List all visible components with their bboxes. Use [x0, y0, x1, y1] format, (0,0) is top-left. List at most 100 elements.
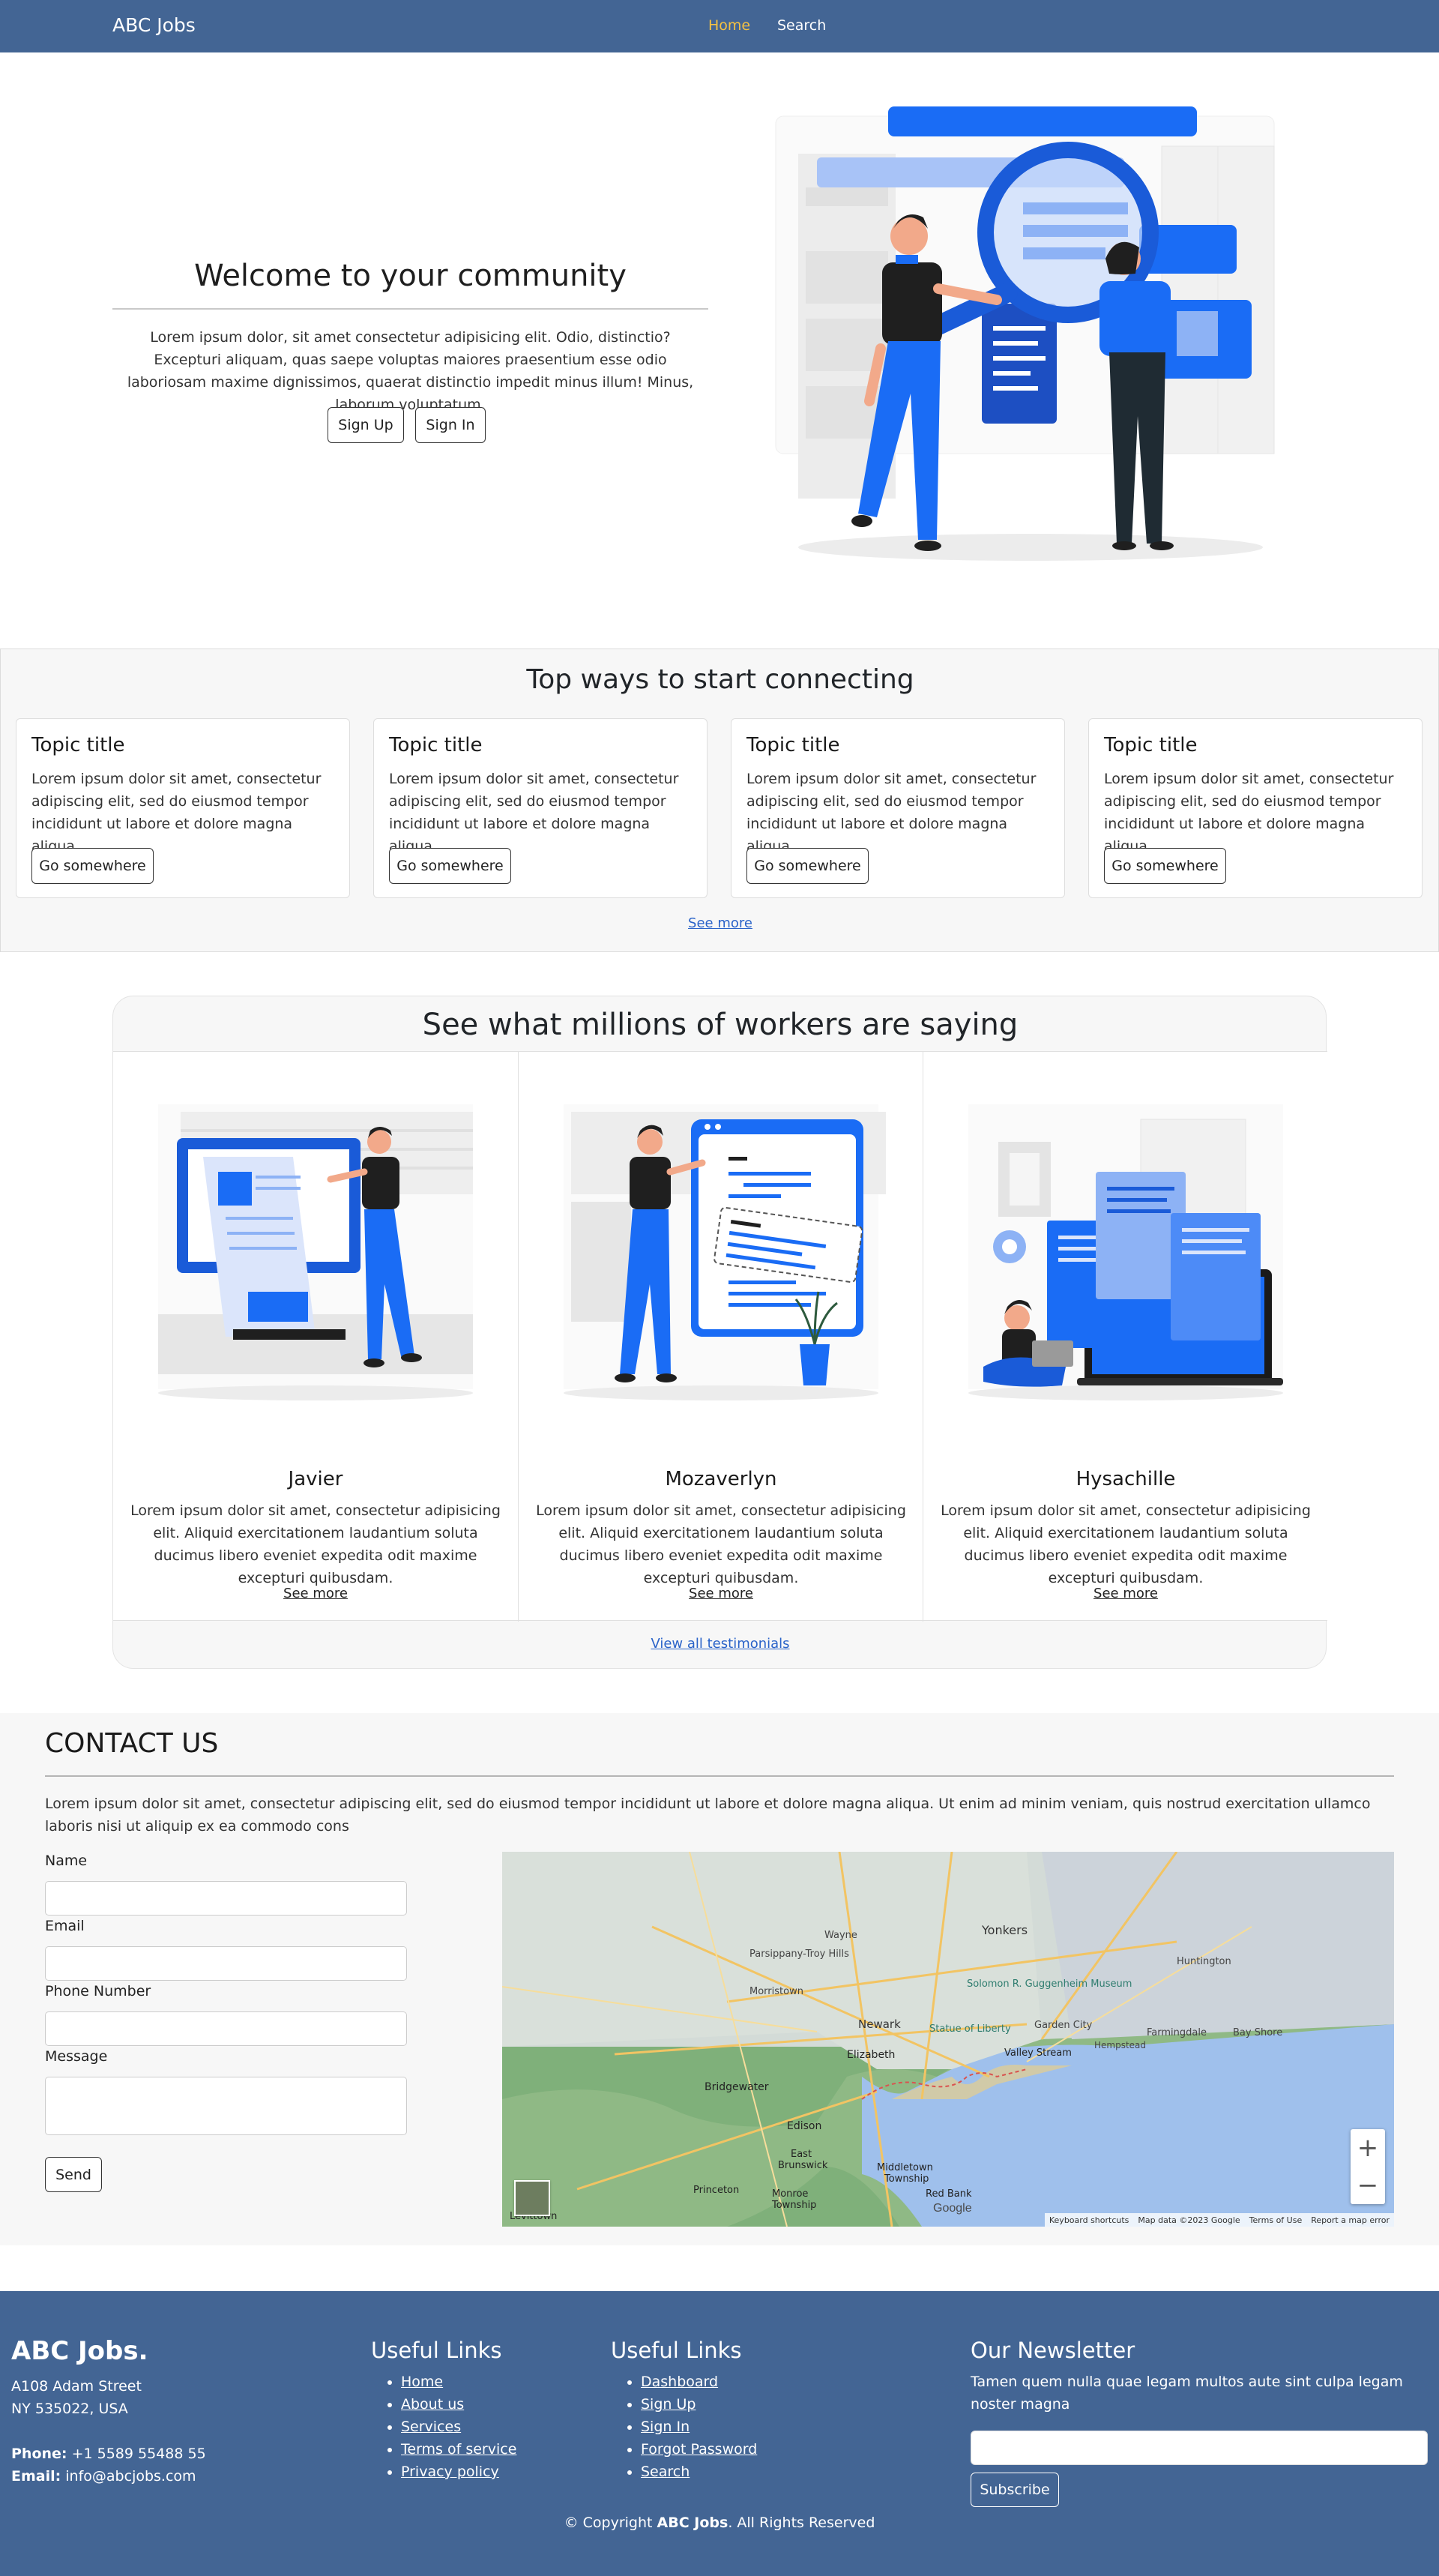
subscribe-button[interactable]: Subscribe — [971, 2473, 1059, 2507]
map-label: Garden City — [1034, 2020, 1093, 2031]
testimonials-title: See what millions of workers are saying — [422, 1008, 1019, 1042]
topic-card-text: Lorem ipsum dolor sit amet, consectetur … — [31, 771, 322, 855]
copyright: © Copyright ABC Jobs. All Rights Reserve… — [0, 2515, 1439, 2531]
connect-section: Top ways to start connecting Topic title… — [0, 648, 1439, 952]
footer-link-forgot-password[interactable]: Forgot Password — [641, 2441, 757, 2458]
connect-title: Top ways to start connecting — [526, 664, 914, 695]
map-label: Brunswick — [778, 2160, 828, 2171]
email-input[interactable] — [45, 1946, 407, 1981]
map-layer-thumbnail[interactable] — [514, 2180, 550, 2216]
topic-card-title: Topic title — [1104, 734, 1198, 756]
hero-search-illustration — [775, 106, 1275, 561]
copyright-prefix: © Copyright — [564, 2515, 657, 2531]
email-label: Email: — [11, 2468, 61, 2485]
copyright-suffix: . All Rights Reserved — [728, 2515, 875, 2531]
testimonial-name: Mozaverlyn — [665, 1468, 777, 1490]
go-somewhere-button[interactable]: Go somewhere — [1104, 848, 1226, 884]
footer-link-terms[interactable]: Terms of service — [401, 2441, 516, 2458]
name-input[interactable] — [45, 1881, 407, 1916]
map-label: Morristown — [749, 1986, 803, 1997]
newsletter-text: Tamen quem nulla quae legam multos aute … — [971, 2374, 1403, 2413]
footer-useful-links-title: Useful Links — [611, 2338, 742, 2363]
map-canvas[interactable]: Yonkers Newark Elizabeth Bridgewater Edi… — [502, 1852, 1394, 2227]
view-all-testimonials-link[interactable]: View all testimonials — [113, 1636, 1327, 1652]
see-more-link[interactable]: See more — [1, 915, 1439, 931]
newsletter-title: Our Newsletter — [971, 2338, 1135, 2363]
zoom-in-button[interactable]: + — [1351, 2129, 1385, 2167]
map-label: Princeton — [693, 2185, 739, 2196]
map-report-error-link[interactable]: Report a map error — [1311, 2215, 1390, 2225]
footer-address-line: NY 535022, USA — [11, 2401, 128, 2417]
footer-link-search[interactable]: Search — [641, 2464, 690, 2480]
topic-card-title: Topic title — [31, 734, 125, 756]
copyright-brand: ABC Jobs — [657, 2515, 728, 2531]
footer: ABC Jobs. A108 Adam Street NY 535022, US… — [0, 2291, 1439, 2576]
topic-card: Topic title Lorem ipsum dolor sit amet, … — [373, 718, 708, 898]
footer-link-services[interactable]: Services — [401, 2419, 461, 2435]
map-label: Yonkers — [981, 1923, 1028, 1937]
footer-link-home[interactable]: Home — [401, 2374, 443, 2390]
nav-search-link[interactable]: Search — [777, 17, 826, 34]
testimonial-card: Javier Lorem ipsum dolor sit amet, conse… — [113, 1052, 518, 1622]
footer-address-line: A108 Adam Street — [11, 2378, 142, 2395]
zoom-out-button[interactable]: − — [1351, 2167, 1385, 2204]
go-somewhere-button[interactable]: Go somewhere — [746, 848, 869, 884]
testimonials-section: See what millions of workers are saying — [112, 996, 1327, 1669]
nav-home-link[interactable]: Home — [708, 17, 750, 34]
newsletter-email-input[interactable] — [971, 2431, 1428, 2465]
map-label: Solomon R. Guggenheim Museum — [967, 1978, 1132, 1990]
topic-card-text: Lorem ipsum dolor sit amet, consectetur … — [746, 771, 1037, 855]
map-embed[interactable]: Yonkers Newark Elizabeth Bridgewater Edi… — [502, 1852, 1394, 2227]
name-label: Name — [45, 1853, 88, 1869]
footer-phone: +1 5589 55488 55 — [71, 2446, 206, 2462]
laptop-worker-illustration — [968, 1104, 1283, 1400]
map-label: Statue of Liberty — [929, 2023, 1011, 2035]
footer-link-signin[interactable]: Sign In — [641, 2419, 690, 2435]
map-label: Monroe — [772, 2188, 808, 2200]
testimonial-see-more-link[interactable]: See more — [113, 1586, 518, 1601]
topic-card-text: Lorem ipsum dolor sit amet, consectetur … — [1104, 771, 1394, 855]
contact-text: Lorem ipsum dolor sit amet, consectetur … — [45, 1796, 1371, 1835]
phone-input[interactable] — [45, 2011, 407, 2046]
footer-useful-links-title: Useful Links — [371, 2338, 502, 2363]
contact-divider — [45, 1775, 1394, 1777]
topic-card: Topic title Lorem ipsum dolor sit amet, … — [1088, 718, 1423, 898]
testimonial-card: Hysachille Lorem ipsum dolor sit amet, c… — [923, 1052, 1327, 1622]
testimonial-card: Mozaverlyn Lorem ipsum dolor sit amet, c… — [518, 1052, 923, 1622]
google-logo: Google — [933, 2202, 972, 2215]
map-label: Newark — [858, 2017, 901, 2031]
testimonial-text: Lorem ipsum dolor sit amet, consectetur … — [536, 1502, 906, 1586]
footer-link-privacy[interactable]: Privacy policy — [401, 2464, 499, 2480]
phone-label: Phone Number — [45, 1983, 151, 1999]
map-terms-link[interactable]: Terms of Use — [1249, 2215, 1303, 2225]
footer-link-dashboard[interactable]: Dashboard — [641, 2374, 718, 2390]
map-data-attribution: Map data ©2023 Google — [1138, 2215, 1240, 2225]
footer-link-about[interactable]: About us — [401, 2396, 464, 2413]
testimonial-see-more-link[interactable]: See more — [923, 1586, 1328, 1601]
footer-link-signup[interactable]: Sign Up — [641, 2396, 696, 2413]
map-label: Huntington — [1177, 1956, 1231, 1967]
brand-link[interactable]: ABC Jobs — [112, 14, 196, 36]
testimonial-see-more-link[interactable]: See more — [519, 1586, 923, 1601]
map-label: Elizabeth — [847, 2049, 895, 2061]
map-label: Edison — [787, 2120, 821, 2132]
go-somewhere-button[interactable]: Go somewhere — [389, 848, 511, 884]
map-label: Farmingdale — [1147, 2027, 1207, 2038]
map-label: Valley Stream — [1004, 2047, 1072, 2059]
topic-card: Topic title Lorem ipsum dolor sit amet, … — [16, 718, 350, 898]
topic-card-title: Topic title — [389, 734, 483, 756]
code-review-illustration — [564, 1104, 886, 1400]
map-label: Township — [771, 2200, 816, 2211]
hero-signup-button[interactable]: Sign Up — [328, 407, 404, 443]
contact-title: CONTACT US — [45, 1728, 219, 1759]
map-label: Wayne — [824, 1930, 857, 1941]
go-somewhere-button[interactable]: Go somewhere — [31, 848, 154, 884]
map-label: Bay Shore — [1233, 2027, 1282, 2038]
message-textarea[interactable] — [45, 2077, 407, 2135]
hero-signin-button[interactable]: Sign In — [415, 407, 486, 443]
send-button[interactable]: Send — [45, 2157, 102, 2192]
map-keyboard-shortcuts[interactable]: Keyboard shortcuts — [1049, 2215, 1129, 2225]
testimonial-name: Hysachille — [1076, 1468, 1176, 1490]
contact-section: CONTACT US Lorem ipsum dolor sit amet, c… — [0, 1713, 1439, 2245]
map-label: Bridgewater — [705, 2081, 769, 2093]
